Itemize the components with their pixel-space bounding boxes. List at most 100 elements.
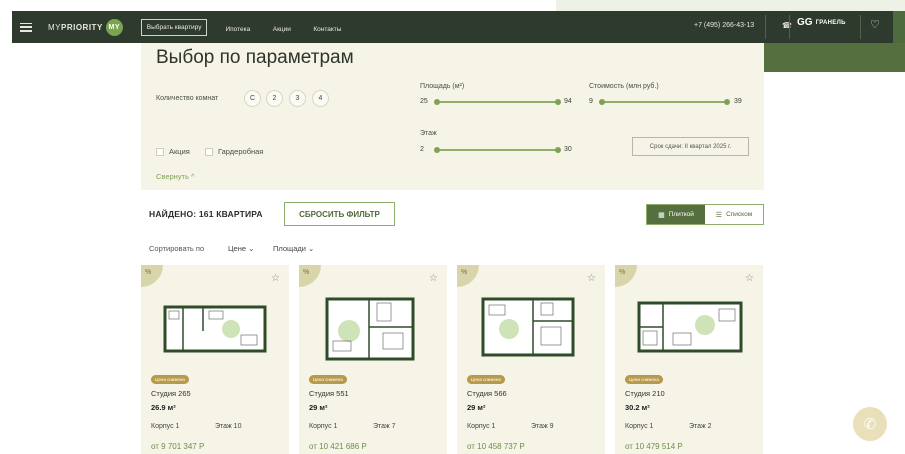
favorites-heart-icon[interactable]: ♡ xyxy=(870,20,880,31)
apartment-price: от 10 479 514 Р xyxy=(625,442,683,451)
floor-min-value: 2 xyxy=(420,146,424,153)
floor-plan-image xyxy=(325,297,415,361)
deadline-filter-button[interactable]: Срок сдачи: II квартал 2025 г. xyxy=(632,137,749,156)
promo-checkbox[interactable]: Акция xyxy=(156,147,190,156)
choose-apartment-button[interactable]: Выбрать квартиру xyxy=(140,18,208,36)
apartment-title: Студия 265 xyxy=(151,389,191,398)
nav-contacts[interactable]: Контакты xyxy=(313,26,341,33)
floor-slider-min-handle[interactable] xyxy=(434,147,440,153)
apartment-title: Студия 566 xyxy=(467,389,507,398)
view-tiles-label: Плиткой xyxy=(668,211,694,218)
sort-by-price[interactable]: Цене ⌄ xyxy=(228,244,254,253)
phone-number[interactable]: +7 (495) 266-43-13 xyxy=(694,22,754,29)
view-tiles-button[interactable]: ▦ Плиткой xyxy=(647,205,705,224)
sort-by-area-label: Площади xyxy=(273,244,306,253)
price-reduced-tag: Цена снижена xyxy=(151,375,189,384)
chevron-down-icon: ⌄ xyxy=(308,244,315,253)
apartment-area: 29 м² xyxy=(467,403,486,412)
phone-icon[interactable]: ☎ xyxy=(782,21,792,30)
area-slider-max-handle[interactable] xyxy=(555,99,561,105)
price-reduced-tag: Цена снижена xyxy=(625,375,663,384)
apartment-title: Студия 210 xyxy=(625,389,665,398)
wardrobe-checkbox[interactable]: Гардеробная xyxy=(205,147,263,156)
favorite-star-icon[interactable]: ☆ xyxy=(271,274,280,284)
list-icon: ☰ xyxy=(715,211,723,219)
rooms-label: Количество комнат xyxy=(156,95,219,102)
apartment-title: Студия 551 xyxy=(309,389,349,398)
floor-label: Этаж xyxy=(420,130,437,137)
discount-badge: % xyxy=(457,265,479,287)
genplan-top-strip xyxy=(556,0,905,11)
logo-badge: MY xyxy=(105,18,123,36)
apartment-building: Корпус 1 xyxy=(467,423,496,430)
floor-slider[interactable] xyxy=(434,147,561,153)
apartment-price: от 9 701 347 Р xyxy=(151,442,205,451)
room-option-studio[interactable]: С xyxy=(244,90,261,107)
nav-promotions[interactable]: Акции xyxy=(273,26,291,33)
page-title: Выбор по параметрам xyxy=(156,47,354,68)
cost-slider[interactable] xyxy=(599,99,730,105)
area-min-value: 25 xyxy=(420,98,428,105)
logo-text-priority: PRIORITY xyxy=(61,22,103,32)
divider xyxy=(789,15,790,39)
apartment-card[interactable]: % ☆ Цена снижена Студия 210 30.2 м² Корп… xyxy=(615,265,763,454)
view-toggle: ▦ Плиткой ☰ Списком xyxy=(646,204,764,225)
discount-badge: % xyxy=(299,265,321,287)
apartment-floor: Этаж 9 xyxy=(531,423,554,430)
room-option-4[interactable]: 4 xyxy=(312,90,329,107)
nav-mortgage[interactable]: Ипотека xyxy=(225,26,250,33)
floor-plan-image xyxy=(163,305,267,353)
cost-slider-min-handle[interactable] xyxy=(599,99,605,105)
promo-checkbox-box[interactable] xyxy=(156,147,164,156)
logo[interactable]: MY PRIORITY MY xyxy=(48,18,123,36)
room-option-2[interactable]: 2 xyxy=(266,90,283,107)
wardrobe-checkbox-label: Гардеробная xyxy=(218,147,264,156)
discount-badge: % xyxy=(141,265,163,287)
favorite-star-icon[interactable]: ☆ xyxy=(429,274,438,284)
apartment-floor: Этаж 7 xyxy=(373,423,396,430)
favorite-star-icon[interactable]: ☆ xyxy=(745,274,754,284)
apartment-card[interactable]: % ☆ Цена снижена Студия 566 29 м² Корпус… xyxy=(457,265,605,454)
page: ВЫБРАТЬ НА ГЕНПЛАНЕ → MY PRIORITY MY Выб… xyxy=(0,0,905,454)
callback-button[interactable]: ✆ xyxy=(853,407,887,441)
divider xyxy=(860,15,861,39)
floor-max-value: 30 xyxy=(564,146,572,153)
price-reduced-tag: Цена снижена xyxy=(309,375,347,384)
area-slider[interactable] xyxy=(434,99,561,105)
main-nav: Ипотека Акции Контакты xyxy=(207,18,341,36)
apartment-price: от 10 458 737 Р xyxy=(467,442,525,451)
wardrobe-checkbox-box[interactable] xyxy=(205,147,213,156)
developer-logo[interactable]: GG ГРАНЕЛЬ xyxy=(797,17,846,28)
sort-by-area[interactable]: Площади ⌄ xyxy=(273,244,314,253)
developer-logo-name: ГРАНЕЛЬ xyxy=(815,19,846,26)
cost-slider-max-handle[interactable] xyxy=(724,99,730,105)
sort-label: Сортировать по xyxy=(149,244,205,253)
collapse-filters-link[interactable]: Свернуть ^ xyxy=(156,172,195,181)
cost-min-value: 9 xyxy=(589,98,593,105)
cost-label: Стоимость (млн руб.) xyxy=(589,83,659,90)
price-reduced-tag: Цена снижена xyxy=(467,375,505,384)
favorite-star-icon[interactable]: ☆ xyxy=(587,274,596,284)
apartment-building: Корпус 1 xyxy=(625,423,654,430)
room-option-3[interactable]: 3 xyxy=(289,90,306,107)
sort-by-price-label: Цене xyxy=(228,244,247,253)
phone-handset-icon: ✆ xyxy=(863,416,877,433)
apartment-card[interactable]: % ☆ Цена снижена Студия 551 29 м² Корпус… xyxy=(299,265,447,454)
results-count: НАЙДЕНО: 161 КВАРТИРА xyxy=(149,209,263,219)
reset-filter-button[interactable]: СБРОСИТЬ ФИЛЬТР xyxy=(284,202,395,226)
apartment-floor: Этаж 10 xyxy=(215,423,242,430)
developer-logo-mark: GG xyxy=(797,17,813,28)
top-navbar: MY PRIORITY MY Выбрать квартиру Ипотека … xyxy=(12,11,893,43)
menu-icon[interactable] xyxy=(20,22,32,32)
promo-checkbox-label: Акция xyxy=(169,147,190,156)
cost-max-value: 39 xyxy=(734,98,742,105)
grid-icon: ▦ xyxy=(658,211,665,219)
area-max-value: 94 xyxy=(564,98,572,105)
view-list-button[interactable]: ☰ Списком xyxy=(705,205,763,224)
discount-badge: % xyxy=(615,265,637,287)
floor-slider-max-handle[interactable] xyxy=(555,147,561,153)
area-slider-min-handle[interactable] xyxy=(434,99,440,105)
divider xyxy=(765,15,766,39)
apartment-area: 30.2 м² xyxy=(625,403,650,412)
apartment-card[interactable]: % ☆ Цена снижена Студия 265 26.9 м² Корп… xyxy=(141,265,289,454)
